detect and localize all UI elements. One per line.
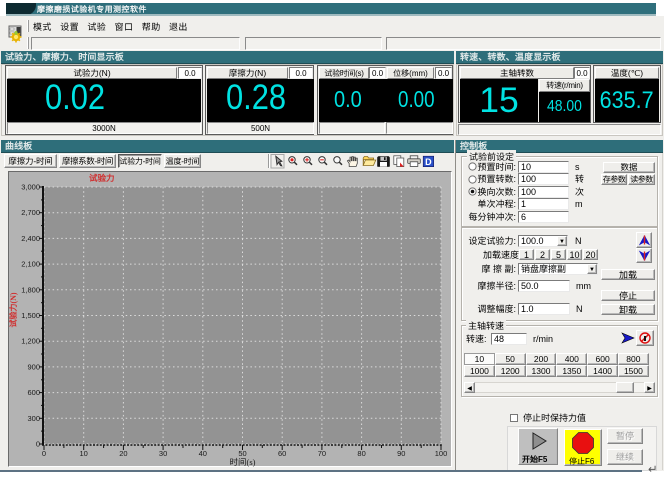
svg-text:900: 900 <box>27 362 40 371</box>
svg-text:2,100: 2,100 <box>21 260 40 269</box>
svg-text:70: 70 <box>318 449 326 458</box>
svg-text:时间(s): 时间(s) <box>230 456 256 467</box>
svg-text:1,200: 1,200 <box>21 337 40 346</box>
svg-text:80: 80 <box>357 449 365 458</box>
svg-text:1,500: 1,500 <box>21 311 40 320</box>
svg-text:试验力(N): 试验力(N) <box>8 292 19 327</box>
svg-text:60: 60 <box>278 449 286 458</box>
svg-text:0: 0 <box>36 440 40 449</box>
svg-text:300: 300 <box>27 414 40 423</box>
svg-text:40: 40 <box>199 449 207 458</box>
svg-text:30: 30 <box>159 449 167 458</box>
svg-text:600: 600 <box>27 388 40 397</box>
svg-text:90: 90 <box>397 449 405 458</box>
svg-text:1,800: 1,800 <box>21 285 40 294</box>
svg-text:2,700: 2,700 <box>21 208 40 217</box>
svg-text:10: 10 <box>80 449 88 458</box>
svg-text:20: 20 <box>119 449 127 458</box>
svg-text:试验力: 试验力 <box>89 172 115 184</box>
svg-text:100: 100 <box>435 449 448 458</box>
svg-text:D: D <box>425 157 432 167</box>
svg-text:3,000: 3,000 <box>21 183 40 192</box>
svg-text:2,400: 2,400 <box>21 234 40 243</box>
svg-text:0: 0 <box>42 449 46 458</box>
